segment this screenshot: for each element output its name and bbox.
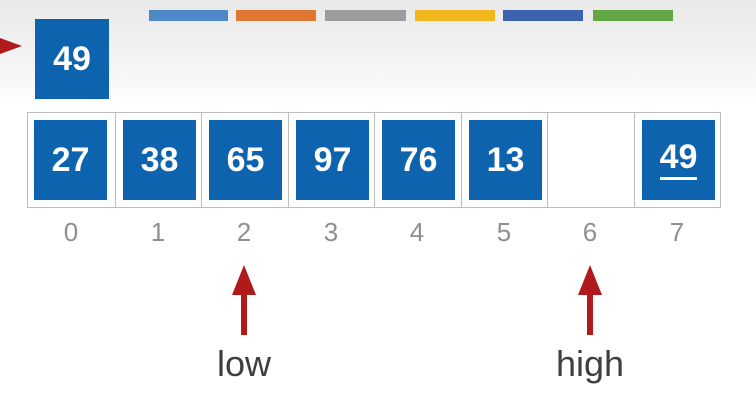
array-cell-4: 76 [374, 112, 461, 208]
legend-bar-1 [149, 10, 228, 21]
array-value-3: 97 [313, 140, 352, 179]
array-cell-6 [547, 112, 634, 208]
array-cell-5: 13 [461, 112, 547, 208]
index-label-7: 7 [669, 217, 685, 247]
high-pointer-label: high [555, 343, 625, 384]
pivot-value: 49 [53, 39, 91, 78]
index-label-2: 2 [236, 217, 252, 247]
pivot-tile: 49 [35, 19, 109, 99]
legend-bar-5 [503, 10, 583, 21]
array-cell-1: 38 [115, 112, 201, 208]
array-tile-4: 76 [382, 120, 455, 200]
index-label-1: 1 [150, 217, 166, 247]
array-value-1: 38 [140, 140, 179, 179]
array-value-7: 49 [659, 139, 698, 180]
legend-bar-4 [415, 10, 495, 21]
array-tile-0: 27 [34, 120, 107, 200]
low-pointer-arrow-icon [232, 265, 256, 335]
index-label-5: 5 [496, 217, 512, 247]
array-value-5: 13 [486, 140, 525, 179]
array-tile-2: 65 [209, 120, 282, 200]
legend-bar-2 [236, 10, 316, 21]
array-cell-7: 49 [634, 112, 721, 208]
index-label-0: 0 [63, 217, 79, 247]
index-label-4: 4 [409, 217, 425, 247]
legend-bar-3 [325, 10, 406, 21]
index-label-6: 6 [582, 217, 598, 247]
array-tile-1: 38 [123, 120, 196, 200]
index-label-3: 3 [323, 217, 339, 247]
high-pointer-arrow-icon [578, 265, 602, 335]
array-cell-2: 65 [201, 112, 288, 208]
array-tile-3: 97 [296, 120, 369, 200]
array-tile-5: 13 [469, 120, 542, 200]
array-cell-3: 97 [288, 112, 374, 208]
array-value-2: 65 [226, 140, 265, 179]
low-pointer-label: low [216, 343, 272, 384]
legend-bar-6 [593, 10, 673, 21]
array-value-0: 27 [51, 140, 90, 179]
array-cell-0: 27 [27, 112, 115, 208]
array-value-4: 76 [399, 140, 438, 179]
pivot-pointer-arrow-icon [0, 38, 22, 54]
array-tile-7: 49 [642, 120, 715, 200]
